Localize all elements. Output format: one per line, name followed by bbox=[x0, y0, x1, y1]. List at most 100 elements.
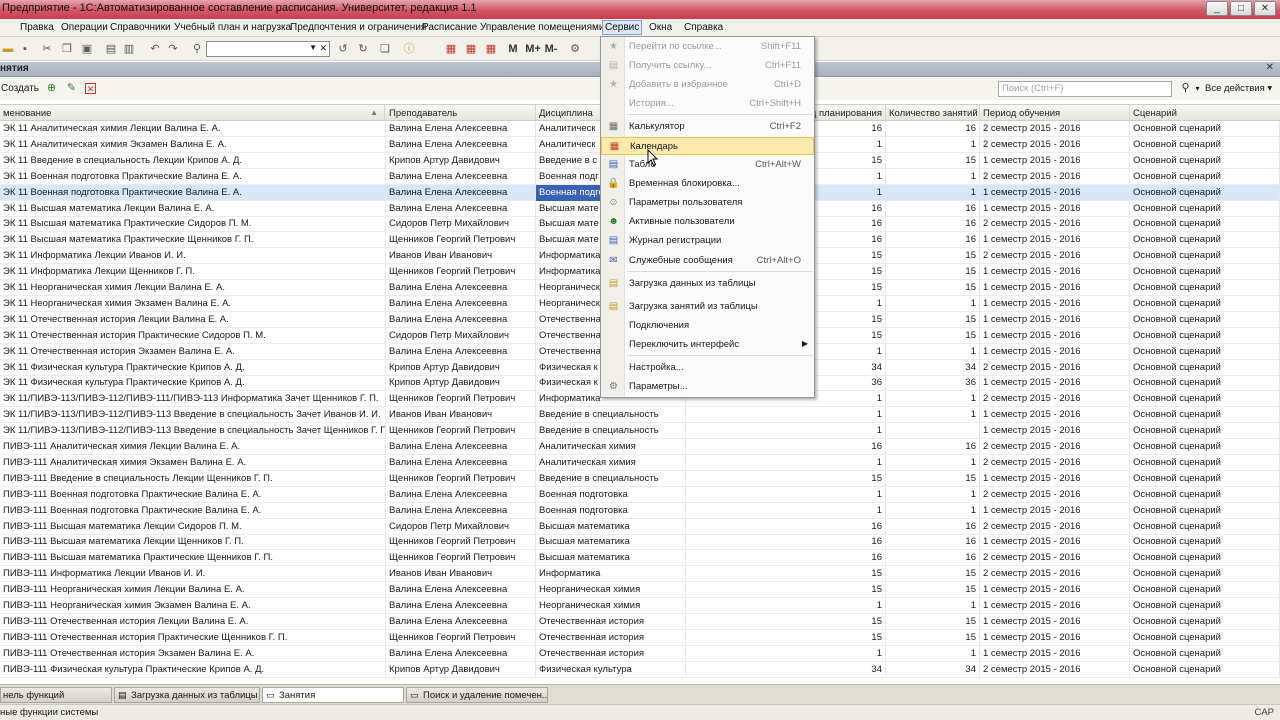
table-row[interactable]: ПИВЭ-111 Высшая математика Лекции Сидоро… bbox=[0, 518, 1280, 535]
menu-item-import-lessons[interactable]: ▤ Загрузка занятий из таблицы bbox=[601, 298, 814, 316]
close-window-button[interactable]: ✕ bbox=[1254, 1, 1276, 16]
menu-item-shortcut: Ctrl+F2 bbox=[769, 121, 801, 132]
close-icon[interactable]: ✕ bbox=[1266, 62, 1274, 73]
menu-item-board[interactable]: ▤ Табло Ctrl+Alt+W bbox=[601, 156, 814, 174]
settings-icon[interactable]: ⚙ bbox=[568, 42, 582, 56]
menu-schedule[interactable]: Расписание bbox=[422, 22, 477, 33]
taskbar-tab-functions[interactable]: нель функций bbox=[0, 687, 112, 703]
paste-icon[interactable]: ▣ bbox=[80, 42, 94, 56]
redo-icon[interactable]: ↷ bbox=[166, 42, 180, 56]
table-row[interactable]: ПИВЭ-111 Неорганическая химия Экзамен Ва… bbox=[0, 598, 1280, 614]
prev-icon[interactable]: ↺ bbox=[336, 42, 350, 56]
create-button[interactable]: Создать bbox=[1, 83, 39, 94]
menu-item-options[interactable]: ⚙ Параметры... bbox=[601, 378, 814, 396]
menu-operations[interactable]: Операции bbox=[61, 22, 108, 33]
cell-scenario: Основной сценарий bbox=[1130, 295, 1280, 312]
menu-edit[interactable]: Правка bbox=[20, 22, 54, 33]
menu-item-item-14[interactable]: Подключения bbox=[601, 317, 814, 335]
table-row[interactable]: ПИВЭ-111 Отечественная история Экзамен В… bbox=[0, 645, 1280, 662]
table-row[interactable]: ПИВЭ-111 Аналитическая химия Экзамен Вал… bbox=[0, 454, 1280, 471]
table-row[interactable]: ПИВЭ-111 Физическая культура Практически… bbox=[0, 661, 1280, 678]
cell-teacher: Щенников Георгий Петрович bbox=[386, 470, 536, 487]
calendar-icon[interactable]: ▦ bbox=[484, 42, 498, 56]
copy-icon[interactable]: ❐ bbox=[60, 42, 74, 56]
menu-item-user-settings[interactable]: ☺ Параметры пользователя bbox=[601, 194, 814, 212]
taskbar-tab-import[interactable]: ▤ Загрузка данных из таблицы bbox=[114, 687, 260, 703]
menu-item-star[interactable]: ★ Добавить в избранное Ctrl+D bbox=[601, 76, 814, 94]
table-row[interactable]: ЭК 11/ПИВЭ-113/ПИВЭ-112/ПИВЭ-113 Введени… bbox=[0, 407, 1280, 424]
cut-icon[interactable]: ✂ bbox=[40, 42, 54, 56]
cell-lessons-count: 1 bbox=[886, 486, 980, 503]
table-row[interactable]: ПИВЭ-111 Военная подготовка Практические… bbox=[0, 486, 1280, 503]
taskbar-tab-lessons[interactable]: ▭ Занятия bbox=[262, 687, 404, 703]
menu-rooms[interactable]: Управление помещениями bbox=[480, 22, 604, 33]
column-header-scenario[interactable]: Сценарий bbox=[1130, 105, 1280, 121]
menu-item-message[interactable]: ✉ Служебные сообщения Ctrl+Alt+O bbox=[601, 252, 814, 270]
edit-icon[interactable]: ✎ bbox=[64, 81, 79, 96]
chevron-down-icon[interactable]: ▾ bbox=[1190, 81, 1205, 96]
cell-teacher: Крипов Артур Давидович bbox=[386, 375, 536, 392]
taskbar-tab-search-delete[interactable]: ▭ Поиск и удаление помечен... bbox=[406, 687, 548, 703]
menu-item-users[interactable]: ☻ Активные пользователи bbox=[601, 213, 814, 231]
menu-item-calendar[interactable]: ▦ Календарь bbox=[601, 137, 814, 155]
menu-help[interactable]: Справка bbox=[684, 22, 723, 33]
font-minus-icon[interactable]: M- bbox=[542, 42, 560, 56]
menu-item-item-15[interactable]: Переключить интерфейс ▶ bbox=[601, 336, 814, 354]
column-header-period[interactable]: Период обучения bbox=[980, 105, 1130, 121]
menu-curriculum[interactable]: Учебный план и нагрузка bbox=[174, 22, 291, 33]
menu-item-link[interactable]: ▤ Получить ссылку... Ctrl+F11 bbox=[601, 57, 814, 75]
toolbar-search-combo[interactable]: ▼ ✕ bbox=[206, 41, 330, 57]
cell-teacher: Крипов Артур Давидович bbox=[386, 359, 536, 376]
menu-catalogs[interactable]: Справочники bbox=[110, 22, 171, 33]
cell-lessons-count: 16 bbox=[886, 518, 980, 535]
table-row[interactable]: ПИВЭ-111 Неорганическая химия Лекции Вал… bbox=[0, 582, 1280, 599]
cell-scenario: Основной сценарий bbox=[1130, 518, 1280, 535]
maximize-button[interactable]: □ bbox=[1230, 1, 1252, 16]
cell-discipline: Неорганическая химия bbox=[536, 582, 686, 599]
chevron-down-icon[interactable]: ▼ bbox=[309, 43, 317, 52]
copy-item-icon[interactable]: ⊕ bbox=[44, 81, 59, 96]
minimize-button[interactable]: _ bbox=[1206, 1, 1228, 16]
column-header-name[interactable]: менование ▲ bbox=[0, 105, 385, 121]
refresh-icon[interactable]: ❏ bbox=[378, 42, 392, 56]
undo-icon[interactable]: ↶ bbox=[148, 42, 162, 56]
menu-item-log[interactable]: ▤ Журнал регистрации bbox=[601, 232, 814, 250]
delete-icon[interactable]: ✕ bbox=[85, 83, 96, 94]
table-row[interactable]: ПИВЭ-111 Введение в специальность Лекции… bbox=[0, 470, 1280, 487]
menu-item-history[interactable]: История... Ctrl+Shift+H bbox=[601, 95, 814, 113]
table-row[interactable]: ПИВЭ-111 Высшая математика Лекции Щенник… bbox=[0, 534, 1280, 551]
info-icon[interactable]: ⓘ bbox=[402, 42, 416, 56]
clear-icon[interactable]: ✕ bbox=[319, 43, 327, 54]
next-icon[interactable]: ↻ bbox=[356, 42, 370, 56]
table-row[interactable]: ПИВЭ-111 Информатика Лекции Иванов И. И.… bbox=[0, 566, 1280, 583]
font-icon[interactable]: M bbox=[506, 42, 520, 56]
font-plus-icon[interactable]: M+ bbox=[524, 42, 542, 56]
all-actions-button[interactable]: Все действия ▾ bbox=[1205, 83, 1272, 94]
menu-service[interactable]: Сервис bbox=[602, 20, 643, 35]
menu-item-item-16[interactable]: Настройка... bbox=[601, 359, 814, 377]
menu-item-lock[interactable]: 🔒 Временная блокировка... bbox=[601, 175, 814, 193]
table-row[interactable]: ПИВЭ-111 Отечественная история Лекции Ва… bbox=[0, 613, 1280, 630]
print-icon[interactable]: ▤ bbox=[104, 42, 118, 56]
search-input[interactable]: Поиск (Ctrl+F) bbox=[998, 81, 1172, 97]
table-row[interactable]: ПИВЭ-111 Высшая математика Практические … bbox=[0, 550, 1280, 567]
menu-item-calculator[interactable]: ▦ Калькулятор Ctrl+F2 bbox=[601, 118, 814, 136]
cell-planning: 1 bbox=[686, 502, 886, 519]
cell-scenario: Основной сценарий bbox=[1130, 661, 1280, 678]
table-row[interactable]: ПИВЭ-111 Военная подготовка Практические… bbox=[0, 502, 1280, 519]
folder-icon[interactable]: ▬ bbox=[1, 42, 15, 56]
find-icon[interactable]: ⚲ bbox=[190, 42, 204, 56]
calculator-icon[interactable]: ▦ bbox=[464, 42, 478, 56]
menu-windows[interactable]: Окна bbox=[649, 22, 672, 33]
table-row[interactable]: ПИВЭ-111 Аналитическая химия Лекции Вали… bbox=[0, 439, 1280, 455]
save-icon[interactable]: ▪ bbox=[18, 42, 32, 56]
table-icon[interactable]: ▦ bbox=[444, 42, 458, 56]
preview-icon[interactable]: ▥ bbox=[122, 42, 136, 56]
menu-preferences[interactable]: Предпочтения и ограничения bbox=[290, 22, 426, 33]
menu-item-import-table[interactable]: ▤ Загрузка данных из таблицы bbox=[601, 275, 814, 293]
table-row[interactable]: ПИВЭ-111 Отечественная история Практичес… bbox=[0, 629, 1280, 646]
column-header-teacher[interactable]: Преподаватель bbox=[386, 105, 536, 121]
menu-item-star-link[interactable]: ★ Перейти по ссылке... Shift+F11 bbox=[601, 38, 814, 56]
table-row[interactable]: ЭК 11/ПИВЭ-113/ПИВЭ-112/ПИВЭ-113 Введени… bbox=[0, 423, 1280, 440]
column-header-lessons-count[interactable]: Количество занятий bbox=[886, 105, 980, 121]
